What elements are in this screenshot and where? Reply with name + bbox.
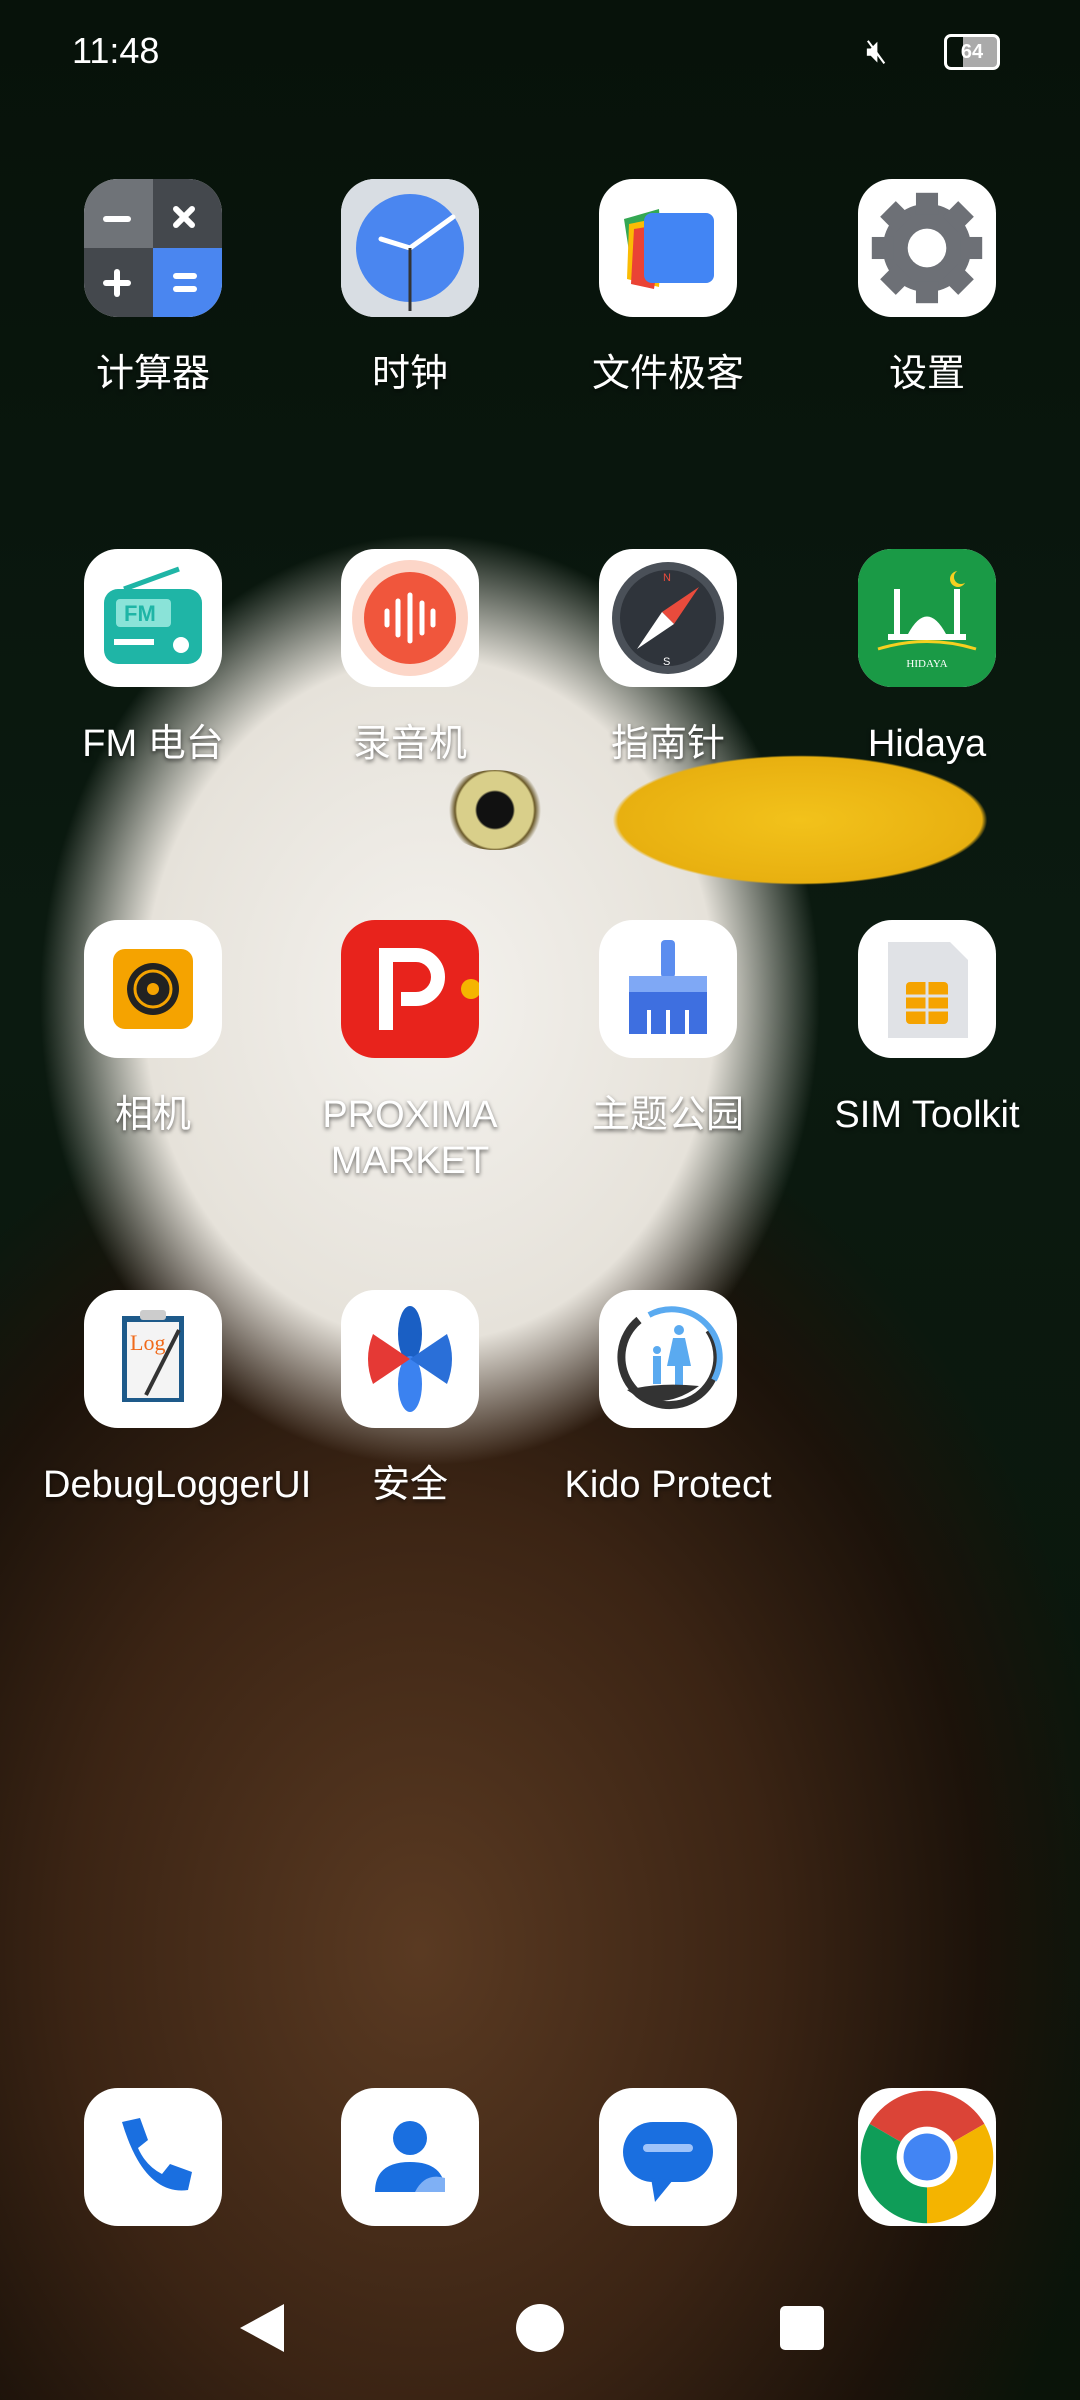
app-label: 主题公园 — [591, 1094, 744, 1136]
app-family-hand[interactable]: Kido Protect — [558, 1290, 778, 1508]
app-label: Kido Protect — [564, 1464, 772, 1506]
phone-icon — [84, 2088, 222, 2226]
app-gear[interactable]: 设置 — [817, 179, 1037, 397]
app-label: 安全 — [371, 1464, 448, 1506]
mute-icon: 🔇︎ — [866, 32, 888, 70]
home-icon[interactable] — [514, 2302, 566, 2354]
app-label: 时钟 — [371, 353, 448, 395]
app-label: SIM Toolkit — [834, 1094, 1020, 1136]
app-proxima[interactable]: PROXIMA MARKET — [300, 920, 520, 1184]
app-recorder[interactable]: 录音机 — [300, 549, 520, 767]
dock-chrome[interactable] — [817, 2088, 1037, 2226]
chrome-icon — [858, 2088, 996, 2226]
svg-text:HIDAYA: HIDAYA — [906, 658, 947, 670]
app-theme-brush[interactable]: 主题公园 — [558, 920, 778, 1138]
log-clipboard-icon: Log — [84, 1290, 222, 1428]
status-bar: 11:48 🔇︎ 64 — [0, 0, 1080, 100]
app-files[interactable]: 文件极客 — [558, 179, 778, 397]
app-sim-card[interactable]: SIM Toolkit — [817, 920, 1037, 1138]
radio-icon: FM — [84, 549, 222, 687]
sim-card-icon — [858, 920, 996, 1058]
clock-icon — [341, 179, 479, 317]
app-radio[interactable]: FM FM 电台 — [43, 549, 263, 767]
dock-messages[interactable] — [558, 2088, 778, 2226]
theme-brush-icon — [599, 920, 737, 1058]
app-label: Hidaya — [867, 723, 987, 765]
app-label: 设置 — [888, 353, 965, 395]
app-safety[interactable]: 安全 — [300, 1290, 520, 1508]
dock-contacts[interactable] — [300, 2088, 520, 2226]
svg-text:N: N — [663, 572, 671, 584]
gear-icon — [858, 179, 996, 317]
compass-icon: NS — [599, 549, 737, 687]
back-icon[interactable] — [236, 2302, 288, 2354]
app-clock[interactable]: 时钟 — [300, 179, 520, 397]
clock-time: 11:48 — [72, 30, 160, 71]
mosque-icon: HIDAYA — [858, 549, 996, 687]
recents-icon[interactable] — [778, 2304, 826, 2352]
family-hand-icon — [599, 1290, 737, 1428]
contacts-icon — [341, 2088, 479, 2226]
recorder-icon — [341, 549, 479, 687]
svg-text:FM: FM — [124, 601, 156, 626]
navigation-bar — [0, 2296, 1080, 2360]
app-label: DebugLoggerUI — [43, 1464, 312, 1506]
svg-text:S: S — [663, 656, 670, 668]
battery-icon: 64 — [944, 34, 1000, 70]
svg-text:Log: Log — [130, 1330, 165, 1355]
messages-icon — [599, 2088, 737, 2226]
proxima-icon — [341, 920, 479, 1058]
app-camera[interactable]: 相机 — [43, 920, 263, 1138]
safety-icon — [341, 1290, 479, 1428]
app-label: 录音机 — [352, 723, 467, 765]
files-icon — [599, 179, 737, 317]
calculator-icon — [84, 179, 222, 317]
app-label: 文件极客 — [591, 353, 744, 395]
app-label: 计算器 — [95, 353, 210, 395]
app-label: 相机 — [114, 1094, 191, 1136]
app-mosque[interactable]: HIDAYA Hidaya — [817, 549, 1037, 767]
app-log-clipboard[interactable]: Log DebugLoggerUI — [43, 1290, 312, 1508]
app-label: 指南针 — [610, 723, 725, 765]
app-label: PROXIMA MARKET — [322, 1094, 498, 1182]
app-label: FM 电台 — [82, 723, 224, 765]
app-compass[interactable]: N S 指南针 — [558, 549, 778, 767]
camera-icon — [84, 920, 222, 1058]
app-calculator[interactable]: 计算器 — [43, 179, 263, 397]
wallpaper-eagle-eye — [440, 770, 550, 850]
dock-phone[interactable] — [43, 2088, 263, 2226]
